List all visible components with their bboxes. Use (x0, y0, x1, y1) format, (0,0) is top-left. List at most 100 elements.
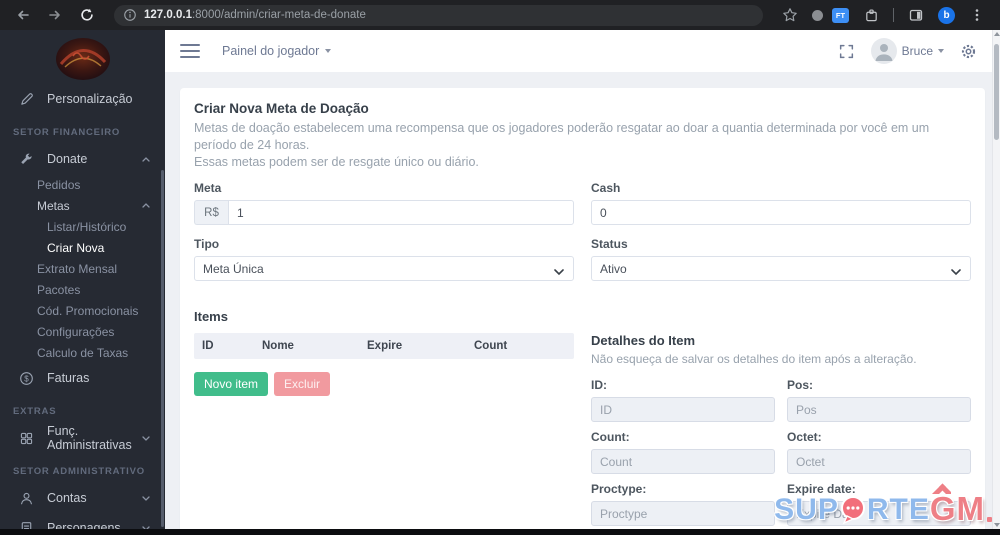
main-area: Painel do jogador Bruce Criar Nova Meta … (165, 30, 992, 529)
items-table-header: ID Nome Expire Count (194, 333, 574, 359)
column-id: ID (202, 340, 214, 352)
extension-circle-icon[interactable] (812, 9, 823, 21)
detail-pos-field: Pos: (787, 378, 971, 422)
chevron-up-icon (142, 156, 150, 162)
svg-text:$: $ (24, 374, 29, 383)
side-panel-icon[interactable] (903, 2, 929, 28)
scroll-down-arrow-icon[interactable] (993, 523, 1000, 527)
page-subtitle-line1: Metas de doação estabelecem uma recompen… (194, 121, 930, 152)
topbar-menu-painel[interactable]: Painel do jogador (222, 44, 332, 58)
cash-label: Cash (591, 181, 621, 195)
site-info-icon[interactable] (123, 8, 137, 22)
detail-octet-field: Octet: (787, 430, 971, 474)
extensions-icon[interactable] (858, 2, 884, 28)
sidebar-item-label: Funç. Administrativas (47, 424, 132, 452)
chevron-down-icon (951, 265, 961, 279)
new-item-button[interactable]: Novo item (194, 372, 269, 396)
user-icon (18, 490, 34, 506)
reload-icon[interactable] (74, 2, 100, 28)
sidebar-scrollbar[interactable] (161, 170, 164, 527)
watermark-period (987, 517, 992, 522)
detail-pos-input[interactable] (787, 397, 971, 422)
url-text: 127.0.0.1:8000/admin/criar-meta-de-donat… (144, 9, 366, 21)
page-title: Criar Nova Meta de Doação (194, 101, 369, 116)
page-scrollbar-thumb[interactable] (994, 44, 999, 140)
sidebar-item-calculo-de-taxas[interactable]: Calculo de Taxas (0, 342, 165, 363)
profile-avatar[interactable]: b (938, 6, 955, 24)
create-meta-card: Criar Nova Meta de Doação Metas de doaçã… (180, 88, 985, 529)
fullscreen-icon[interactable] (838, 43, 855, 60)
sidebar-section-extras: EXTRAS (13, 405, 57, 417)
chevron-down-icon (938, 49, 944, 53)
detail-proctype-input[interactable] (591, 501, 775, 526)
document-icon (18, 520, 34, 529)
ft-extension-icon[interactable]: FT (832, 7, 849, 23)
scroll-up-arrow-icon[interactable] (993, 32, 1000, 36)
sidebar-item-donate[interactable]: Donate (0, 144, 165, 174)
content-area: Criar Nova Meta de Doação Metas de doaçã… (165, 72, 992, 529)
user-menu[interactable]: Bruce (870, 38, 944, 64)
pen-icon (18, 91, 34, 107)
page-scrollbar[interactable] (992, 30, 1000, 529)
detail-id-input[interactable] (591, 397, 775, 422)
address-bar[interactable]: 127.0.0.1:8000/admin/criar-meta-de-donat… (114, 4, 763, 26)
cash-field: Cash (591, 181, 971, 225)
sidebar-item-personagens[interactable]: Personagens (0, 513, 165, 529)
topbar: Painel do jogador Bruce (165, 30, 992, 72)
tipo-label: Tipo (194, 237, 220, 251)
sidebar-item-cod-promocionais[interactable]: Cód. Promocionais (0, 300, 165, 321)
roof-icon (931, 483, 951, 494)
sidebar-item-personalizacao[interactable]: Personalização (0, 84, 165, 114)
sidebar-item-label: Contas (47, 491, 87, 505)
status-select[interactable]: Ativo (591, 256, 971, 281)
sidebar-item-label: Personalização (47, 92, 133, 106)
status-label: Status (591, 237, 628, 251)
watermark-text-rte: RTE (866, 493, 930, 526)
menu-toggle-icon[interactable] (180, 44, 200, 58)
meta-form: Meta R$ Cash Tipo Meta Única (194, 181, 971, 293)
user-name: Bruce (901, 44, 933, 58)
menu-kebab-icon[interactable] (964, 2, 990, 28)
chevron-down-icon (325, 49, 332, 53)
sidebar-item-extrato-mensal[interactable]: Extrato Mensal (0, 258, 165, 279)
sidebar-item-label: Faturas (47, 371, 90, 385)
forward-icon[interactable] (42, 2, 68, 28)
back-icon[interactable] (10, 2, 36, 28)
sidebar-item-contas[interactable]: Contas (0, 483, 165, 513)
sidebar-item-listar-historico[interactable]: Listar/Histórico (0, 216, 165, 237)
delete-item-button[interactable]: Excluir (274, 372, 331, 396)
server-logo[interactable] (0, 30, 165, 82)
sidebar-item-criar-nova[interactable]: Criar Nova (0, 237, 165, 258)
admin-app: Personalização SETOR FINANCEIRO Donate P… (0, 30, 1000, 529)
detail-count-input[interactable] (591, 449, 775, 474)
chevron-down-icon (142, 495, 150, 501)
sidebar-item-metas[interactable]: Metas (0, 195, 165, 216)
meta-field: Meta R$ (194, 181, 574, 225)
cash-input[interactable] (591, 200, 971, 225)
sidebar: Personalização SETOR FINANCEIRO Donate P… (0, 30, 165, 529)
grid-icon (18, 430, 34, 446)
settings-gear-icon[interactable] (960, 43, 977, 60)
items-table-panel: ID Nome Expire Count Novo item Excluir (194, 333, 574, 529)
sidebar-item-faturas[interactable]: $ Faturas (0, 363, 165, 393)
column-count: Count (474, 340, 508, 352)
watermark-text-sup: SUP (774, 493, 839, 526)
meta-input[interactable] (228, 200, 574, 225)
items-heading: Items (194, 309, 228, 324)
server-logo-image (55, 38, 110, 80)
detail-octet-input[interactable] (787, 449, 971, 474)
bookmark-star-icon[interactable] (777, 2, 803, 28)
sidebar-item-pedidos[interactable]: Pedidos (0, 174, 165, 195)
sidebar-item-pacotes[interactable]: Pacotes (0, 279, 165, 300)
user-avatar (870, 38, 897, 64)
sidebar-item-label: Personagens (47, 521, 121, 529)
chevron-up-icon (142, 203, 150, 208)
sidebar-section-administrativo: SETOR ADMINISTRATIVO (13, 465, 145, 477)
sidebar-item-configuracoes[interactable]: Configurações (0, 321, 165, 342)
browser-toolbar: 127.0.0.1:8000/admin/criar-meta-de-donat… (0, 0, 1000, 30)
wrench-icon (18, 151, 34, 167)
tipo-field: Tipo Meta Única (194, 237, 574, 281)
tipo-select[interactable]: Meta Única (194, 256, 574, 281)
sidebar-item-func-administrativas[interactable]: Funç. Administrativas (0, 423, 165, 453)
chevron-down-icon (554, 265, 564, 279)
